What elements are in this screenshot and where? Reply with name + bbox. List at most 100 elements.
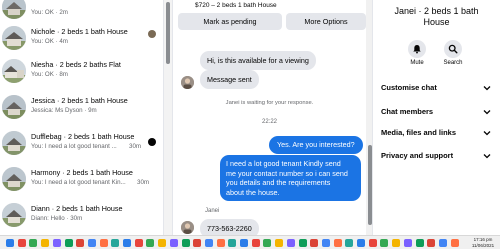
system-clock[interactable]: 17:16 pm 11/06/2021 bbox=[468, 237, 498, 248]
taskbar-app-icon[interactable] bbox=[438, 239, 447, 247]
section-chat-members[interactable]: Chat members bbox=[373, 102, 500, 122]
taskbar-app-icon[interactable] bbox=[286, 239, 295, 247]
taskbar-app-icon[interactable] bbox=[427, 239, 436, 247]
taskbar-app-icon[interactable] bbox=[181, 239, 190, 247]
message-line: me your contact number so i can send bbox=[226, 168, 348, 178]
conversation-info-panel: Janei · 2 beds 1 bath House Mute Search … bbox=[373, 0, 500, 235]
taskbar-app-icon[interactable] bbox=[158, 239, 167, 247]
section-label: Privacy and support bbox=[381, 151, 454, 160]
clock-date: 11/06/2021 bbox=[471, 242, 495, 248]
conversation-item[interactable]: Niesha · 2 beds 2 baths Flat You: OK · 8… bbox=[0, 55, 163, 91]
conversation-name: Harmony · 2 beds 1 bath House bbox=[31, 168, 133, 177]
conversation-title-line: House bbox=[423, 17, 450, 27]
taskbar-app-icon[interactable] bbox=[123, 239, 131, 247]
sender-avatar bbox=[181, 76, 194, 89]
listing-thumbnail bbox=[2, 131, 26, 155]
mute-button[interactable] bbox=[408, 40, 426, 58]
scrollbar-thumb[interactable] bbox=[166, 2, 170, 64]
taskbar-app-icon[interactable] bbox=[29, 239, 38, 247]
conversation-item[interactable]: Harmony · 2 beds 1 bath House You: I nee… bbox=[0, 163, 163, 199]
conversation-time: 30m bbox=[137, 179, 150, 186]
conversation-preview: Jessica: Ms Dyson · 9m bbox=[31, 107, 97, 114]
taskbar-app-icon[interactable] bbox=[310, 239, 319, 247]
taskbar-app-icon[interactable] bbox=[275, 239, 284, 247]
read-receipt-avatar bbox=[148, 30, 156, 38]
search-icon bbox=[448, 44, 458, 54]
conversation-preview: You: OK · 8m bbox=[31, 71, 68, 78]
taskbar-app-icon[interactable] bbox=[17, 239, 26, 247]
taskbar-app-icon[interactable] bbox=[216, 239, 225, 247]
taskbar-app-icon[interactable] bbox=[76, 239, 85, 247]
chat-header: $720 – 2 beds 1 bath House Mark as pendi… bbox=[173, 0, 372, 32]
chat-scrollbar[interactable] bbox=[366, 0, 372, 235]
taskbar-app-icon[interactable] bbox=[415, 239, 424, 247]
chevron-down-icon bbox=[483, 154, 491, 159]
listing-thumbnail bbox=[2, 203, 26, 227]
taskbar-app-icon[interactable] bbox=[263, 239, 272, 247]
scrollbar-thumb[interactable] bbox=[367, 145, 372, 225]
incoming-message: Message sent bbox=[200, 70, 259, 89]
taskbar-app-icon[interactable] bbox=[368, 239, 377, 247]
section-customise-chat[interactable]: Customise chat bbox=[373, 78, 500, 98]
conversation-title: Janei · 2 beds 1 bath House bbox=[373, 6, 500, 28]
conversation-item[interactable]: Diann · 2 beds 1 bath House Diann: Hello… bbox=[0, 199, 163, 235]
listing-thumbnail bbox=[2, 167, 26, 191]
conversation-list: You: OK · 2m Nichole · 2 beds 1 bath Hou… bbox=[0, 0, 172, 235]
taskbar-app-icon[interactable] bbox=[251, 239, 260, 247]
conversation-preview: You: OK · 2m bbox=[31, 9, 68, 16]
section-privacy-support[interactable]: Privacy and support bbox=[373, 146, 500, 166]
taskbar-app-icon[interactable] bbox=[111, 239, 120, 247]
mark-as-pending-button[interactable]: Mark as pending bbox=[178, 13, 282, 30]
conversation-preview: You: I need a lot good tenant Kin... bbox=[31, 179, 126, 186]
taskbar-app-icon[interactable] bbox=[193, 239, 202, 247]
incoming-message: 773-563-2260 bbox=[200, 219, 259, 235]
outgoing-message-long: I need a lot good tenant Kindly send me … bbox=[220, 155, 361, 201]
conversation-item[interactable]: Dufflebag · 2 beds 1 bath House You: I n… bbox=[0, 127, 163, 163]
taskbar-app-icon[interactable] bbox=[87, 239, 96, 247]
taskbar-app-icon[interactable] bbox=[333, 239, 342, 247]
section-media-files-links[interactable]: Media, files and links bbox=[373, 123, 500, 143]
search-label: Search bbox=[443, 60, 463, 66]
taskbar-app-icon[interactable] bbox=[298, 239, 307, 247]
taskbar-app-icon[interactable] bbox=[228, 239, 237, 247]
taskbar-app-icon[interactable] bbox=[41, 239, 50, 247]
taskbar-app-icon[interactable] bbox=[380, 239, 389, 247]
taskbar-app-icon[interactable] bbox=[450, 239, 459, 247]
conversation-preview: You: OK · 4m bbox=[31, 38, 68, 45]
conversation-name: Diann · 2 beds 1 bath House bbox=[31, 204, 123, 213]
taskbar-app-icon[interactable] bbox=[6, 239, 14, 247]
taskbar-app-icon[interactable] bbox=[99, 239, 108, 247]
taskbar-app-icon[interactable] bbox=[52, 239, 61, 247]
conversation-time: 30m bbox=[129, 143, 142, 150]
taskbar-app-icon[interactable] bbox=[345, 239, 354, 247]
conversation-item[interactable]: Jessica · 2 beds 1 bath House Jessica: M… bbox=[0, 91, 163, 127]
bell-icon bbox=[413, 45, 421, 54]
taskbar-app-icon[interactable] bbox=[240, 239, 248, 247]
taskbar-app-icon[interactable] bbox=[169, 239, 178, 247]
sender-name: Janei bbox=[205, 208, 220, 214]
conversation-item[interactable]: Nichole · 2 beds 1 bath House You: OK · … bbox=[0, 22, 163, 58]
taskbar-app-icon[interactable] bbox=[403, 239, 412, 247]
chat-thread: $720 – 2 beds 1 bath House Mark as pendi… bbox=[172, 0, 373, 235]
taskbar-app-icon[interactable] bbox=[321, 239, 330, 247]
taskbar-app-icon[interactable] bbox=[64, 239, 73, 247]
taskbar-app-icon[interactable] bbox=[392, 239, 401, 247]
mute-label: Mute bbox=[410, 60, 424, 66]
listing-thumbnail bbox=[2, 26, 26, 50]
conversation-list-scrollbar[interactable] bbox=[163, 0, 172, 235]
conversation-title-line: Janei · 2 beds 1 bath bbox=[394, 6, 479, 16]
chevron-down-icon bbox=[483, 131, 491, 136]
incoming-message: Hi, is this available for a viewing bbox=[200, 51, 316, 70]
conversation-name: Niesha · 2 beds 2 baths Flat bbox=[31, 60, 121, 69]
listing-thumbnail bbox=[2, 95, 26, 119]
waiting-notice: Janei is waiting for your response. bbox=[225, 100, 314, 106]
taskbar-app-icon[interactable] bbox=[146, 239, 155, 247]
taskbar-app-icon[interactable] bbox=[357, 239, 365, 247]
sender-avatar bbox=[181, 221, 194, 234]
conversation-name: Jessica · 2 beds 1 bath House bbox=[31, 96, 128, 105]
taskbar-app-icon[interactable] bbox=[204, 239, 213, 247]
conversation-preview: Diann: Hello · 30m bbox=[31, 215, 83, 222]
more-options-button[interactable]: More Options bbox=[286, 13, 366, 30]
taskbar-app-icon[interactable] bbox=[134, 239, 143, 247]
search-button[interactable] bbox=[444, 40, 462, 58]
